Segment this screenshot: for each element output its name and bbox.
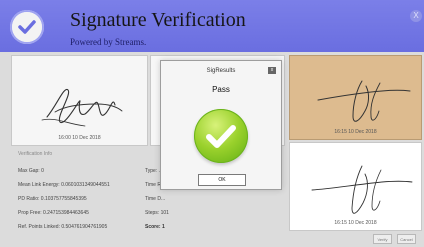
dialog-close-button[interactable]: x: [268, 67, 276, 74]
app-subtitle: Powered by Streams.: [70, 37, 147, 47]
cancel-button[interactable]: Cancel: [397, 234, 416, 244]
stat-ref-points-linked: Ref. Points Linked: 0.504761904761905: [18, 224, 108, 230]
right-top-signature-date: 16:15 10 Dec 2018: [334, 129, 377, 135]
window-close-button[interactable]: X: [410, 10, 422, 22]
check-mark-icon: [12, 12, 42, 42]
right-top-signature-panel: 16:15 10 Dec 2018: [289, 55, 422, 140]
stat-max-gap: Max Gap: 0: [18, 168, 44, 174]
app-title: Signature Verification: [70, 9, 246, 31]
stat-prop-free: Prop Free: 0.247153984463645: [18, 210, 89, 216]
left-signature-date: 16:00 10 Dec 2018: [58, 135, 101, 141]
right-bottom-signature-date: 16:15 10 Dec 2018: [334, 220, 377, 226]
verify-button[interactable]: Verify: [373, 234, 392, 244]
check-logo-icon: [10, 10, 44, 44]
stat-steps: Steps: 101: [145, 210, 169, 216]
verification-stats-left: Max Gap: 0 Mean Link Energy: 0.060103134…: [18, 164, 138, 234]
left-signature-panel: 16:00 10 Dec 2018: [11, 55, 148, 146]
pass-check-icon: [194, 109, 248, 163]
check-icon: [206, 125, 236, 148]
app-header: Signature Verification Powered by Stream…: [0, 0, 424, 52]
stat-pd-ratio: PD Ratio: 0.103757755845395: [18, 196, 87, 202]
right-bottom-signature-panel: 16:15 10 Dec 2018: [289, 142, 422, 231]
dialog-title: SigResults: [206, 68, 236, 74]
stat-mean-link-energy: Mean Link Energy: 0.0601031349044551: [18, 182, 110, 188]
verification-info-title: Verification Info: [18, 151, 53, 157]
ok-button[interactable]: OK: [198, 174, 246, 186]
signature-verification-window: Signature Verification Powered by Stream…: [0, 0, 424, 247]
dialog-pass-status: Pass: [212, 85, 230, 94]
comparison-signature-image: [311, 165, 413, 214]
sigresults-dialog: SigResults x Pass OK: [160, 60, 282, 190]
bottom-actions: Verify Cancel: [373, 234, 416, 244]
stat-time-d: Time D...: [145, 196, 166, 202]
reference-signature-image: [41, 88, 123, 127]
stat-score: Score: 1: [145, 224, 165, 230]
